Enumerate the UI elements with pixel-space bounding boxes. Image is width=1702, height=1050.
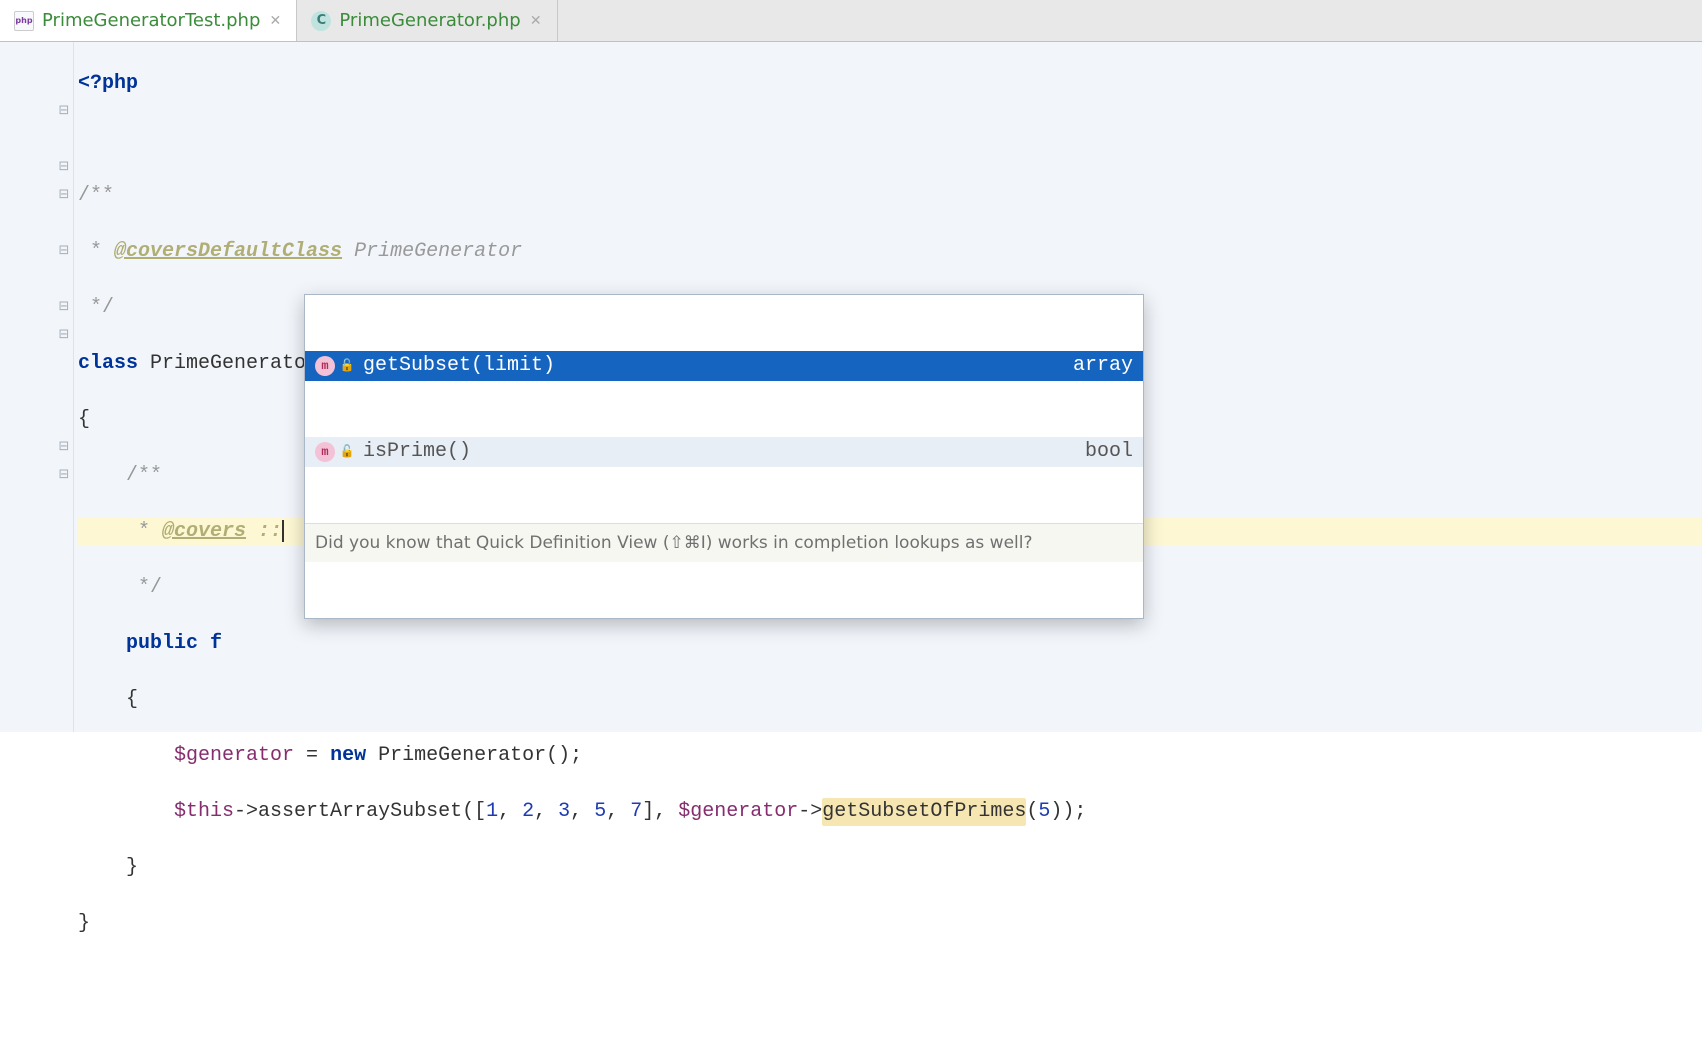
completion-item-isprime[interactable]: m 🔓 isPrime() bool [305, 437, 1143, 467]
gutter: ⊟ ⊟ ⊟ ⊟ ⊟ ⊟ ⊟ ⊟ [0, 42, 74, 732]
code-completion-popup: m 🔓 getSubset(limit) array m 🔓 isPrime()… [304, 294, 1144, 619]
method-icon: m [315, 356, 335, 376]
tab-label: PrimeGenerator.php [339, 10, 520, 31]
fold-toggle-icon[interactable]: ⊟ [58, 300, 70, 312]
completion-item-label: getSubset(limit) [363, 352, 1073, 380]
visibility-icon: 🔓 [339, 444, 355, 460]
visibility-icon: 🔓 [339, 358, 355, 374]
highlighted-method-call: getSubsetOfPrimes [822, 798, 1026, 826]
fold-toggle-icon[interactable]: ⊟ [58, 104, 70, 116]
fold-toggle-icon[interactable]: ⊟ [58, 468, 70, 480]
tab-label: PrimeGeneratorTest.php [42, 10, 260, 31]
code-editor[interactable]: <?php /** * @coversDefaultClass PrimeGen… [74, 42, 1702, 732]
docblock-close: */ [78, 294, 114, 322]
completion-item-label: isPrime() [363, 438, 1085, 466]
completion-item-getsubset[interactable]: m 🔓 getSubset(limit) array [305, 351, 1143, 381]
completion-item-type: bool [1085, 438, 1133, 466]
editor-tab-bar: php PrimeGeneratorTest.php ✕ C PrimeGene… [0, 0, 1702, 42]
php-open-tag: <?php [78, 70, 138, 98]
tab-prime-generator-test[interactable]: php PrimeGeneratorTest.php ✕ [0, 0, 297, 41]
class-file-icon: C [311, 11, 331, 31]
fold-toggle-icon[interactable]: ⊟ [58, 244, 70, 256]
editor-area: ⊟ ⊟ ⊟ ⊟ ⊟ ⊟ ⊟ ⊟ <?php /** * @coversDefau… [0, 42, 1702, 732]
tab-prime-generator[interactable]: C PrimeGenerator.php ✕ [297, 0, 557, 41]
completion-item-type: array [1073, 352, 1133, 380]
covers-tag: @covers [162, 518, 246, 546]
close-icon[interactable]: ✕ [268, 14, 282, 28]
docblock-open: /** [78, 182, 114, 210]
text-caret [282, 520, 284, 542]
completion-hint: Did you know that Quick Definition View … [305, 523, 1143, 562]
fold-toggle-icon[interactable]: ⊟ [58, 160, 70, 172]
php-test-file-icon: php [14, 11, 34, 31]
method-icon: m [315, 442, 335, 462]
fold-toggle-icon[interactable]: ⊟ [58, 188, 70, 200]
covers-default-class-tag: @coversDefaultClass [114, 238, 342, 266]
fold-toggle-icon[interactable]: ⊟ [58, 440, 70, 452]
fold-toggle-icon[interactable]: ⊟ [58, 328, 70, 340]
close-icon[interactable]: ✕ [529, 14, 543, 28]
